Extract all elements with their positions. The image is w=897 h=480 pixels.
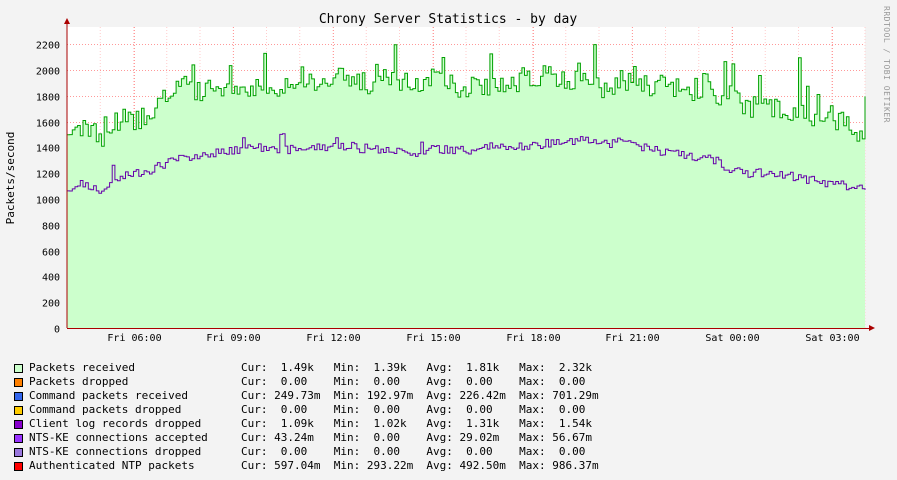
legend-swatch	[14, 363, 23, 373]
y-tick-label: 400	[42, 273, 60, 284]
chart: 0 200 400 600 800 1000 1200 1400 1600 1800 2000 220…	[4, 6, 891, 344]
legend-row: Command packets received Cur: 249.73m Min…	[14, 389, 599, 403]
legend-stats: Cur: 0.00 Min: 0.00 Avg: 0.00 Max: 0.00	[241, 375, 586, 388]
legend-stats: Cur: 0.00 Min: 0.00 Avg: 0.00 Max: 0.00	[241, 445, 586, 458]
legend-row: Packets received Cur: 1.49k Min: 1.39k Av…	[14, 361, 599, 375]
legend: Packets received Cur: 1.49k Min: 1.39k Av…	[14, 361, 599, 473]
y-tick-label: 600	[42, 248, 60, 259]
legend-row: Command packets dropped Cur: 0.00 Min: 0.…	[14, 403, 599, 417]
x-tick-label: Fri 21:00	[605, 333, 659, 344]
y-tick-label: 200	[42, 299, 60, 310]
legend-stats: Cur: 249.73m Min: 192.97m Avg: 226.42m M…	[241, 389, 599, 402]
legend-swatch	[14, 419, 23, 429]
y-tick-label: 800	[42, 222, 60, 233]
y-tick-label: 1600	[36, 119, 60, 130]
legend-stats: Cur: 1.09k Min: 1.02k Avg: 1.31k Max: 1.…	[241, 417, 592, 430]
legend-name: Command packets dropped	[29, 403, 182, 416]
x-tick-label: Fri 06:00	[107, 333, 161, 344]
y-axis-arrow	[64, 18, 70, 24]
rrdtool-credit: RRDTOOL / TOBI OETIKER	[882, 6, 891, 123]
legend-swatch	[14, 377, 23, 387]
legend-swatch	[14, 405, 23, 415]
legend-name: Command packets received	[29, 389, 188, 402]
legend-stats: Cur: 597.04m Min: 293.22m Avg: 492.50m M…	[241, 459, 599, 472]
legend-name: Packets dropped	[29, 375, 129, 388]
legend-swatch	[14, 447, 23, 457]
y-tick-labels: 0 200 400 600 800 1000 1200 1400 1600 1800 2000 220…	[36, 41, 60, 336]
legend-swatch	[14, 391, 23, 401]
x-tick-label: Fri 09:00	[206, 333, 260, 344]
legend-name: NTS-KE connections accepted	[29, 431, 208, 444]
y-tick-label: 1200	[36, 170, 60, 181]
legend-row: Authenticated NTP packets Cur: 597.04m Mi…	[14, 459, 599, 473]
legend-row: Client log records dropped Cur: 1.09k Min…	[14, 417, 599, 431]
legend-swatch	[14, 433, 23, 443]
legend-row: NTS-KE connections dropped Cur: 0.00 Min:…	[14, 445, 599, 459]
x-tick-label: Fri 12:00	[306, 333, 360, 344]
y-tick-label: 1400	[36, 144, 60, 155]
legend-row: NTS-KE connections accepted Cur: 43.24m M…	[14, 431, 599, 445]
x-tick-labels: Fri 06:00 Fri 09:00 Fri 12:00 Fri 15:00 Fri …	[107, 333, 859, 344]
chart-title: Chrony Server Statistics - by day	[319, 12, 577, 27]
legend-stats: Cur: 1.49k Min: 1.39k Avg: 1.81k Max: 2.…	[241, 361, 592, 374]
x-axis-arrow	[869, 325, 875, 331]
y-tick-label: 1800	[36, 93, 60, 104]
y-tick-label: 2000	[36, 67, 60, 78]
y-tick-label: 0	[54, 325, 60, 336]
legend-row: Packets dropped Cur: 0.00 Min: 0.00 Avg: …	[14, 375, 599, 389]
legend-name: Packets received	[29, 361, 135, 374]
x-tick-label: Fri 15:00	[406, 333, 460, 344]
legend-stats: Cur: 43.24m Min: 0.00 Avg: 29.02m Max: 5…	[241, 431, 592, 444]
x-tick-label: Sat 00:00	[705, 333, 759, 344]
legend-stats: Cur: 0.00 Min: 0.00 Avg: 0.00 Max: 0.00	[241, 403, 586, 416]
legend-name: NTS-KE connections dropped	[29, 445, 202, 458]
y-axis-label: Packets/second	[4, 132, 17, 225]
legend-name: Authenticated NTP packets	[29, 459, 195, 472]
y-tick-label: 2200	[36, 41, 60, 52]
x-tick-label: Fri 18:00	[506, 333, 560, 344]
x-tick-label: Sat 03:00	[805, 333, 859, 344]
legend-swatch	[14, 461, 23, 471]
y-tick-label: 1000	[36, 196, 60, 207]
legend-name: Client log records dropped	[29, 417, 202, 430]
